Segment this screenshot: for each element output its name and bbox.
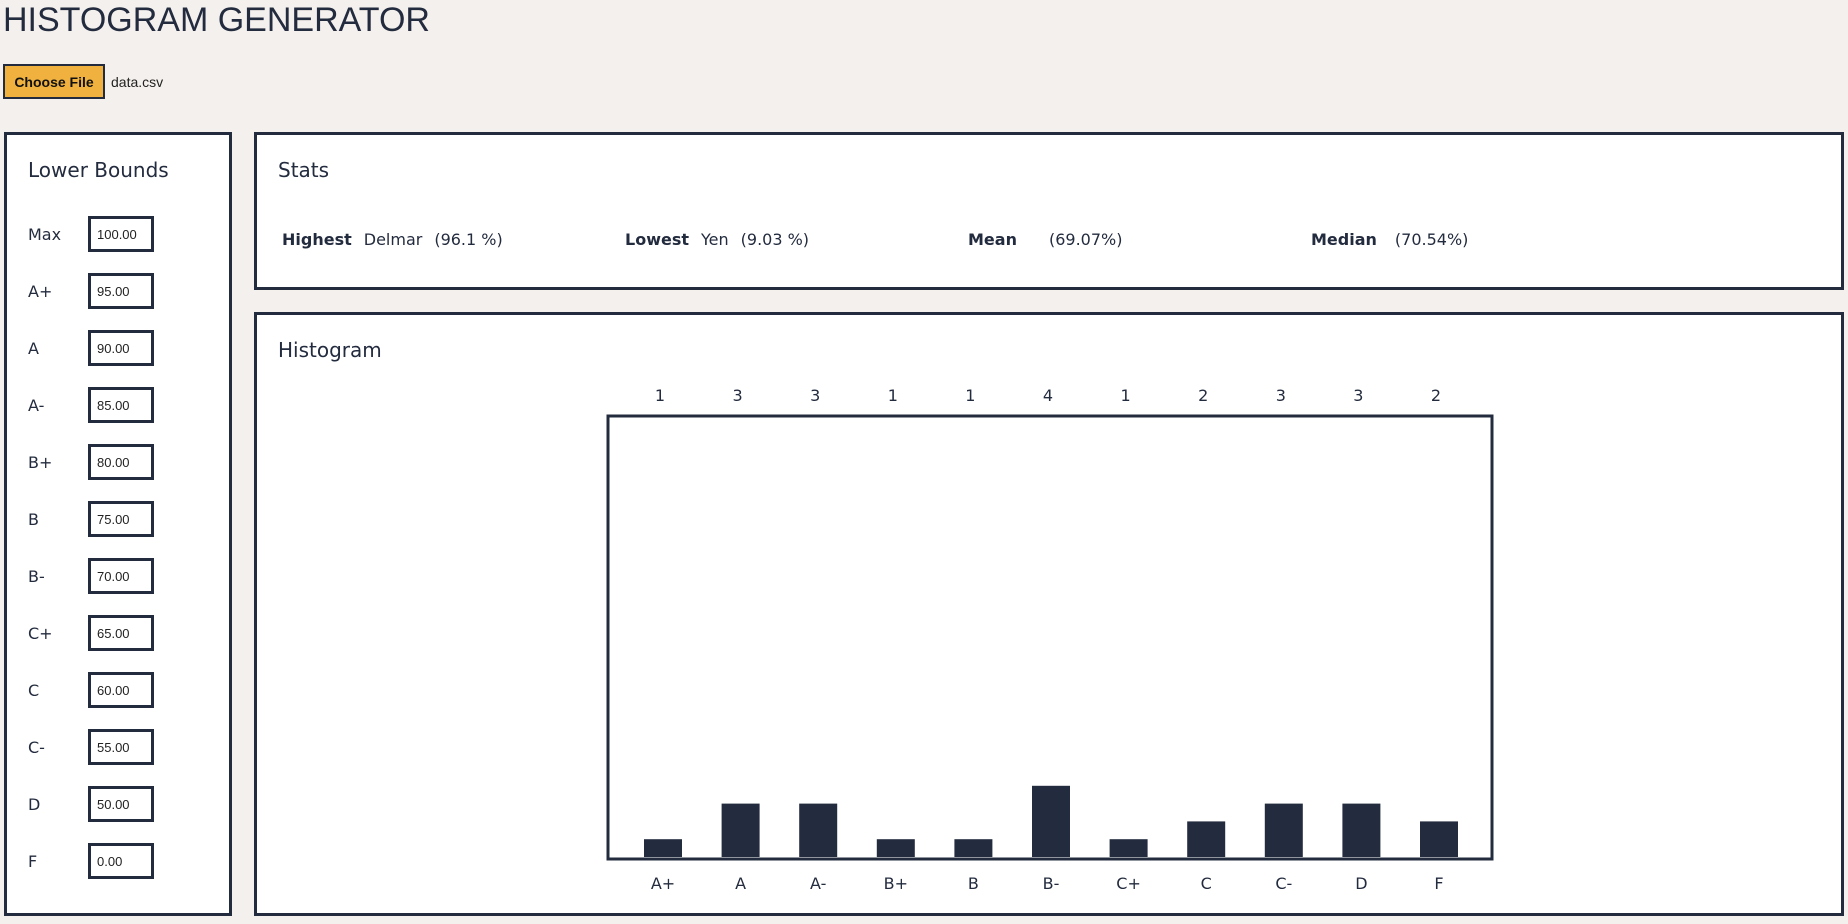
bound-row-b: B (28, 501, 154, 537)
bound-row-c-plus: C+ (28, 615, 154, 651)
count-label: 1 (965, 386, 975, 405)
category-label: D (1355, 874, 1367, 893)
bound-label: C+ (28, 623, 53, 643)
count-label: 3 (733, 386, 743, 405)
bound-label: F (28, 851, 38, 871)
bound-input-a-plus[interactable] (88, 273, 154, 309)
bound-label: D (28, 794, 41, 814)
bar-D (1342, 803, 1381, 857)
bar-C (1187, 821, 1226, 857)
category-label: F (1434, 874, 1443, 893)
bound-row-f: F (28, 843, 154, 879)
bar-A- (799, 803, 838, 857)
bound-row-a: A (28, 330, 154, 366)
stat-lowest-label: Lowest (625, 230, 689, 249)
bound-label: C (28, 680, 40, 700)
bound-input-f[interactable] (88, 843, 154, 879)
bound-label: A+ (28, 281, 53, 301)
stat-lowest-name: Yen (701, 230, 729, 249)
bar-F (1420, 821, 1458, 857)
app-title: HISTOGRAM GENERATOR (3, 1, 430, 39)
bound-row-c-minus: C- (28, 729, 154, 765)
bound-input-max[interactable] (88, 216, 154, 252)
category-label: C- (1275, 874, 1292, 893)
stat-highest-name: Delmar (363, 230, 423, 249)
bound-label: A- (28, 395, 45, 415)
bound-row-b-minus: B- (28, 558, 154, 594)
bound-input-a[interactable] (88, 330, 154, 366)
bound-label: C- (28, 737, 45, 757)
stat-mean: Mean (69.07%) (968, 230, 1122, 249)
bound-row-a-plus: A+ (28, 273, 154, 309)
category-label: B- (1043, 874, 1060, 893)
category-label: B (968, 874, 979, 893)
category-label: B+ (884, 874, 908, 893)
bound-input-c-minus[interactable] (88, 729, 154, 765)
bar-A (721, 803, 760, 857)
bar-C- (1264, 803, 1303, 857)
count-label: 1 (1121, 386, 1131, 405)
bound-input-b-plus[interactable] (88, 444, 154, 480)
stat-highest: Highest Delmar (96.1 %) (282, 230, 503, 249)
bound-row-a-minus: A- (28, 387, 154, 423)
file-picker: Choose File data.csv (3, 64, 163, 99)
count-label: 1 (655, 386, 665, 405)
count-label: 3 (810, 386, 820, 405)
bound-label: A (28, 338, 39, 358)
count-label: 2 (1198, 386, 1208, 405)
bound-input-a-minus[interactable] (88, 387, 154, 423)
stats-panel: Stats Highest Delmar (96.1 %) Lowest Yen (9.… (254, 132, 1844, 290)
bound-label: Max (28, 224, 62, 244)
category-label: A (735, 874, 746, 893)
category-label: C+ (1116, 874, 1141, 893)
bound-label: B+ (28, 452, 53, 472)
bar-C+ (1109, 839, 1148, 857)
count-labels-group: 1 3 3 1 1 4 1 2 3 3 2 (655, 386, 1441, 405)
stats-title: Stats (278, 158, 330, 182)
bound-input-b-minus[interactable] (88, 558, 154, 594)
count-label: 1 (888, 386, 898, 405)
bound-row-c: C (28, 672, 154, 708)
category-label: C (1201, 874, 1212, 893)
stat-lowest: Lowest Yen (9.03 %) (625, 230, 809, 249)
histogram-chart: 1 3 3 1 1 4 1 2 3 3 2 A+ A A- B+ B B- C+ C C- D F (606, 386, 1494, 893)
bound-input-b[interactable] (88, 501, 154, 537)
stat-median-label: Median (1311, 230, 1377, 249)
count-label: 2 (1431, 386, 1441, 405)
count-label: 3 (1276, 386, 1286, 405)
bar-B+ (876, 839, 915, 857)
stat-highest-value: (96.1 %) (434, 230, 503, 249)
stat-highest-label: Highest (282, 230, 352, 249)
stat-median: Median (70.54%) (1311, 230, 1468, 249)
bound-label: B- (28, 566, 45, 586)
bar-A+ (644, 839, 682, 857)
category-label: A+ (651, 874, 675, 893)
histogram-panel: Histogram 13311412332 A+ A A- B+ B B- C+ C C- D F (254, 312, 1844, 916)
bound-input-c-plus[interactable] (88, 615, 154, 651)
category-label: A- (810, 874, 826, 893)
count-label: 3 (1353, 386, 1363, 405)
bound-row-max: Max (28, 216, 154, 252)
lower-bounds-panel: Lower Bounds Max A+ A A- B+ B B- C+ C C-… (4, 132, 232, 916)
category-labels-group: A+ A A- B+ B B- C+ C C- D F (651, 874, 1444, 893)
selected-file-name: data.csv (111, 73, 164, 90)
bar-B- (1032, 785, 1070, 857)
choose-file-button[interactable]: Choose File (3, 64, 105, 99)
stat-lowest-value: (9.03 %) (740, 230, 810, 249)
count-label: 4 (1043, 386, 1053, 405)
lower-bounds-title: Lower Bounds (28, 158, 169, 182)
bound-row-d: D (28, 786, 154, 822)
bound-row-b-plus: B+ (28, 444, 154, 480)
stat-median-value: (70.54%) (1394, 230, 1469, 249)
bound-label: B (28, 509, 39, 529)
bound-input-d[interactable] (88, 786, 154, 822)
stat-mean-value: (69.07%) (1048, 230, 1123, 249)
bar-B (954, 839, 993, 857)
stat-mean-label: Mean (968, 230, 1017, 249)
bound-input-c[interactable] (88, 672, 154, 708)
